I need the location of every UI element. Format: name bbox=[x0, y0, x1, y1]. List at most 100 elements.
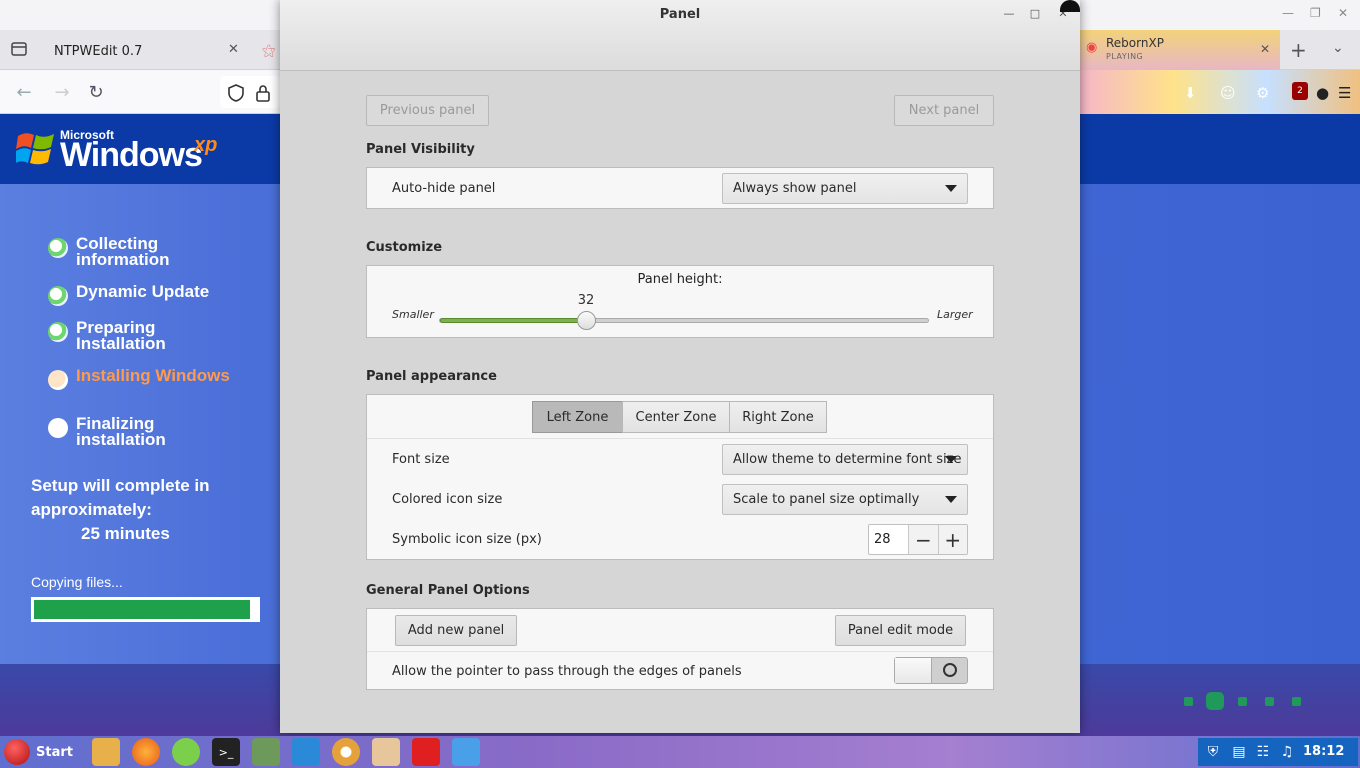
clipboard-icon[interactable]: ▤ bbox=[1230, 742, 1248, 762]
xp-step-label: Finalizing installation bbox=[76, 414, 166, 449]
autohide-value: Always show panel bbox=[733, 181, 857, 196]
window-icon[interactable] bbox=[452, 738, 480, 766]
remaining-text: Setup will complete in approximately: bbox=[31, 476, 210, 519]
appearance-box: Left Zone Center Zone Right Zone Font si… bbox=[366, 394, 994, 560]
network-icon[interactable]: ☷ bbox=[1254, 742, 1272, 762]
symbolic-icon-size-spinner: 28 − + bbox=[868, 524, 968, 555]
browser-restore-icon[interactable]: ❐ bbox=[1310, 6, 1321, 20]
divider bbox=[367, 651, 993, 652]
rebornxp-favicon-icon: ◉ bbox=[1086, 40, 1098, 55]
visibility-box: Auto-hide panel Always show panel bbox=[366, 167, 994, 209]
tab-left-zone[interactable]: Left Zone bbox=[532, 401, 623, 433]
toggle-off-icon bbox=[943, 663, 957, 677]
ublock-badge-count: 2 bbox=[1297, 86, 1303, 96]
folder-icon[interactable] bbox=[92, 738, 120, 766]
browser-minimize-icon[interactable]: — bbox=[1282, 6, 1294, 20]
xp-step-label: Preparing Installation bbox=[76, 318, 166, 353]
loading-dot bbox=[1292, 697, 1301, 706]
decrement-minus-icon[interactable]: − bbox=[908, 525, 938, 554]
firefox-icon[interactable] bbox=[132, 738, 160, 766]
clock[interactable]: 18:12 bbox=[1303, 744, 1344, 759]
grid-apps-icon[interactable] bbox=[172, 738, 200, 766]
start-button[interactable]: Start bbox=[4, 738, 76, 766]
section-title-visibility: Panel Visibility bbox=[366, 142, 475, 157]
toggle-handle bbox=[895, 658, 932, 683]
xp-progress-fill bbox=[34, 600, 251, 619]
taskbar bbox=[0, 736, 1360, 768]
xp-status-text: Copying files... bbox=[31, 574, 123, 590]
tab-center-zone[interactable]: Center Zone bbox=[622, 401, 730, 433]
cursor-overlay bbox=[1060, 0, 1080, 12]
colored-icon-size-value: Scale to panel size optimally bbox=[733, 492, 920, 507]
font-size-label: Font size bbox=[392, 452, 450, 467]
tab-ntpwedit[interactable]: NTPWEdit 0.7 bbox=[54, 36, 142, 66]
remaining-value: 25 minutes bbox=[81, 524, 170, 543]
shield-tray-icon[interactable]: ⛨ bbox=[1204, 742, 1222, 762]
colored-icon-size-label: Colored icon size bbox=[392, 492, 503, 507]
xp-step-label: Dynamic Update bbox=[76, 282, 210, 301]
tab-label: RebornXP bbox=[1106, 36, 1164, 50]
tab-close-icon[interactable]: ✕ bbox=[228, 42, 239, 57]
anydesk-icon[interactable] bbox=[412, 738, 440, 766]
settings-icon[interactable] bbox=[252, 738, 280, 766]
ublock-badge-icon[interactable]: 2 bbox=[1292, 82, 1308, 100]
terminal-icon[interactable]: >_ bbox=[212, 738, 240, 766]
divider bbox=[367, 438, 993, 439]
package-icon[interactable] bbox=[372, 738, 400, 766]
browser-close-icon[interactable]: ✕ bbox=[1338, 6, 1348, 20]
music-icon[interactable]: ♫ bbox=[1278, 742, 1296, 762]
monitor-icon[interactable] bbox=[292, 738, 320, 766]
step-pending-bullet-icon bbox=[48, 418, 68, 438]
next-panel-button[interactable]: Next panel bbox=[894, 95, 994, 126]
tab-right-zone[interactable]: Right Zone bbox=[729, 401, 827, 433]
tab-menu-chevron-down-icon[interactable]: ⌄ bbox=[1332, 40, 1344, 56]
slider-knob[interactable] bbox=[577, 311, 596, 330]
pointer-pass-through-toggle[interactable] bbox=[894, 657, 968, 684]
dropdown-arrow-icon bbox=[945, 185, 957, 192]
slider-min-label: Smaller bbox=[392, 308, 434, 321]
hamburger-menu-icon[interactable]: ☰ bbox=[1338, 84, 1351, 102]
windows-wordmark: Windows bbox=[60, 136, 203, 174]
previous-panel-button[interactable]: Previous panel bbox=[366, 95, 489, 126]
xp-progress-bar bbox=[31, 597, 260, 622]
tab-close-icon[interactable]: ✕ bbox=[1260, 42, 1270, 56]
increment-plus-icon[interactable]: + bbox=[937, 525, 967, 554]
disc-icon[interactable] bbox=[332, 738, 360, 766]
panel-height-slider[interactable] bbox=[439, 318, 929, 323]
forward-arrow-right-icon[interactable]: → bbox=[50, 80, 74, 104]
colored-icon-size-dropdown[interactable]: Scale to panel size optimally bbox=[722, 484, 968, 515]
tab-playing-label: PLAYING bbox=[1106, 52, 1144, 61]
panel-edit-mode-button[interactable]: Panel edit mode bbox=[835, 615, 966, 646]
start-orb-icon bbox=[4, 739, 30, 765]
panel-height-value: 32 bbox=[577, 293, 595, 308]
step-done-bullet-icon bbox=[48, 238, 68, 258]
add-new-panel-button[interactable]: Add new panel bbox=[395, 615, 517, 646]
puzzle-icon[interactable]: ⚙ bbox=[1256, 84, 1269, 102]
new-tab-plus-icon[interactable]: + bbox=[1290, 38, 1307, 62]
back-arrow-left-icon[interactable]: ← bbox=[12, 80, 36, 104]
section-title-general: General Panel Options bbox=[366, 583, 530, 598]
font-size-dropdown[interactable]: Allow theme to determine font size bbox=[722, 444, 968, 475]
symbolic-icon-size-value[interactable]: 28 bbox=[869, 525, 908, 554]
extensions-icon[interactable]: ● bbox=[1316, 84, 1329, 102]
reload-icon[interactable]: ↻ bbox=[84, 80, 108, 104]
xp-step-preparing: Preparing Installation bbox=[48, 318, 236, 353]
autohide-dropdown[interactable]: Always show panel bbox=[722, 173, 968, 204]
maximize-icon[interactable]: □ bbox=[1026, 4, 1044, 22]
dialog-title: Panel bbox=[659, 7, 701, 22]
section-title-customize: Customize bbox=[366, 240, 443, 255]
windows-xp-logo: Microsoft Windows xp bbox=[16, 126, 236, 176]
tab-list-icon[interactable] bbox=[10, 40, 28, 58]
xp-step-label: Collecting information bbox=[76, 234, 170, 269]
tab-favicon-icon[interactable]: ⚝ bbox=[262, 36, 276, 66]
account-icon[interactable]: ☺ bbox=[1220, 84, 1236, 102]
slider-max-label: Larger bbox=[937, 308, 973, 321]
tab-rebornxp[interactable]: ◉ RebornXP PLAYING ✕ bbox=[1080, 30, 1280, 70]
shield-icon bbox=[228, 84, 244, 102]
download-icon[interactable]: ⬇ bbox=[1184, 84, 1197, 102]
loading-dot-active bbox=[1206, 692, 1224, 710]
symbolic-icon-size-label: Symbolic icon size (px) bbox=[392, 532, 542, 547]
panel-height-label: Panel height: bbox=[637, 272, 723, 287]
minimize-icon[interactable]: — bbox=[1000, 4, 1018, 22]
tab-label: NTPWEdit 0.7 bbox=[54, 43, 143, 59]
